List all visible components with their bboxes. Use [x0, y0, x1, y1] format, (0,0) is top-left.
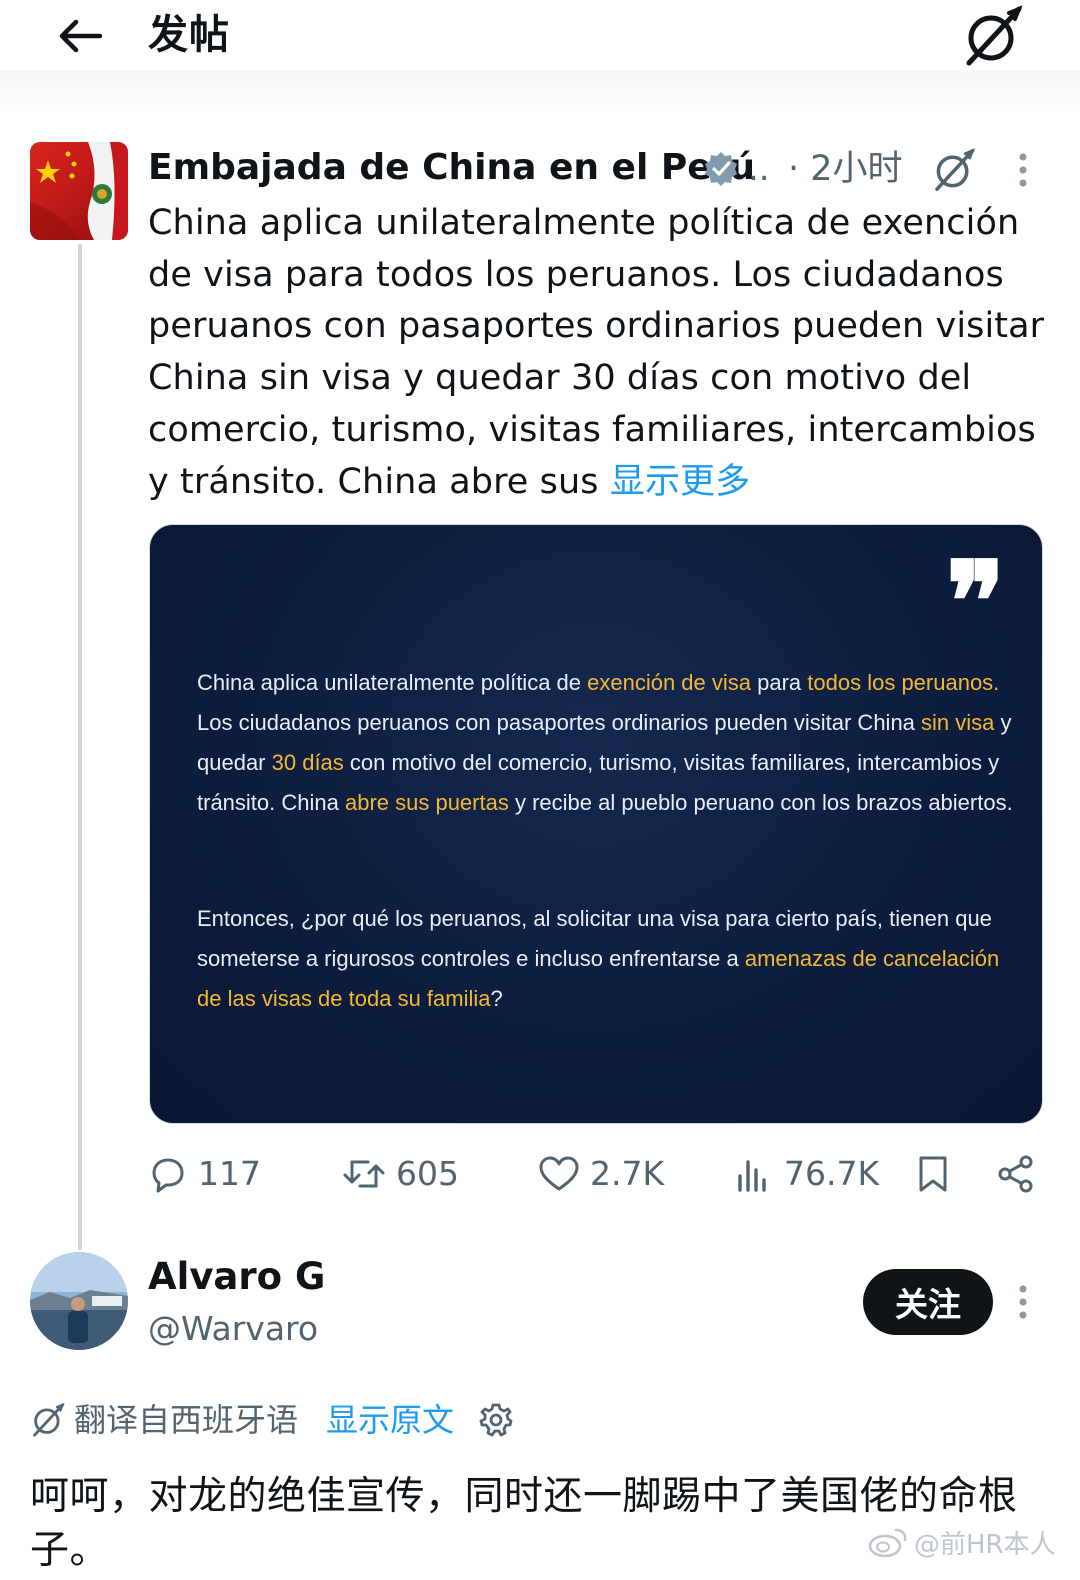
grok-icon [935, 148, 975, 191]
post-time[interactable]: · 2小时 [788, 146, 903, 192]
tweet-grok-button[interactable] [926, 142, 982, 198]
media-text: ? [490, 986, 503, 1011]
verified-badge-icon [705, 152, 737, 186]
back-button[interactable] [52, 10, 108, 62]
avatar-photo-image [30, 1252, 128, 1350]
media-highlight-text: abre sus puertas [344, 790, 509, 815]
retweet-icon [343, 1160, 385, 1188]
top-bar: 发帖 [0, 0, 1080, 70]
views-chart-icon [738, 1160, 766, 1192]
grok-button[interactable] [958, 4, 1028, 68]
bookmark-button[interactable] [914, 1148, 952, 1200]
more-vertical-icon [1019, 1285, 1027, 1319]
media-text: para [751, 670, 808, 695]
header-divider [0, 70, 1080, 112]
media-highlight-text: todos los peruanos. [807, 670, 1000, 695]
tweet-more-button[interactable] [1006, 142, 1040, 198]
share-button[interactable] [996, 1148, 1036, 1200]
flag-avatar-image [30, 142, 128, 240]
more-vertical-icon [1019, 153, 1027, 187]
like-count: 2.7K [590, 1154, 665, 1193]
translation-label: 翻译自西班牙语 [74, 1401, 299, 1439]
watermark-text: @前HR本人 [914, 1529, 1056, 1560]
grok-icon [966, 5, 1023, 66]
author-handle-truncated: .. [748, 149, 770, 189]
media-paragraph-1: China aplica unilateralmente política de… [197, 663, 1027, 823]
media-text: China aplica unilateralmente política de [197, 670, 588, 695]
show-more-link[interactable]: 显示更多 [610, 462, 750, 502]
retweet-button[interactable]: 605 [342, 1148, 459, 1200]
reply-author-name[interactable]: Alvaro G [148, 1252, 325, 1302]
retweet-count: 605 [396, 1154, 459, 1193]
translation-row: 翻译自西班牙语 显示原文 [30, 1396, 1030, 1446]
view-count: 76.7K [784, 1154, 880, 1193]
gear-icon [479, 1403, 513, 1437]
show-original-link[interactable]: 显示原文 [326, 1396, 454, 1444]
reply-button[interactable]: 117 [148, 1148, 261, 1200]
thread-connector [78, 244, 82, 1250]
weibo-logo-icon [868, 1528, 907, 1558]
author-name[interactable]: Embajada de China en el Perú [148, 144, 755, 192]
tweet-text: China aplica unilateralmente política de… [148, 198, 1048, 508]
reply-author-handle[interactable]: @Warvaro [148, 1306, 318, 1352]
tweet-header: Embajada de China en el Perú .. · 2小时 [148, 140, 1048, 200]
tweet-action-bar: 117 605 2.7K 76.7K [148, 1148, 1048, 1200]
post-detail-page: 发帖 Embajada de China en el Perú .. · 2小时… [0, 0, 1080, 1580]
media-text: y recibe al pueblo peruano con los brazo… [508, 790, 1013, 815]
page-title: 发帖 [148, 12, 230, 58]
translation-settings-button[interactable] [476, 1400, 516, 1440]
media-highlight-text: 30 días [271, 750, 344, 775]
views-button[interactable]: 76.7K [734, 1148, 879, 1200]
tweet-media-image[interactable]: ❞ China aplica unilateralmente política … [149, 524, 1043, 1124]
reply-icon [152, 1158, 184, 1193]
share-icon [998, 1155, 1033, 1193]
tweet-body: China aplica unilateralmente política de… [148, 203, 1045, 502]
media-highlight-text: sin visa [921, 710, 995, 735]
media-paragraph-2: Entonces, ¿por qué los peruanos, al soli… [197, 899, 1027, 1019]
reply-author-avatar[interactable] [30, 1252, 128, 1350]
reply-more-button[interactable] [1006, 1274, 1040, 1330]
quote-mark-icon: ❞ [946, 537, 1006, 666]
heart-icon [539, 1156, 579, 1191]
weibo-watermark: @前HR本人 [868, 1520, 1056, 1564]
bookmark-icon [919, 1156, 947, 1192]
media-text: Los ciudadanos peruanos con pasaportes o… [197, 710, 922, 735]
author-avatar[interactable] [30, 142, 128, 240]
like-button[interactable]: 2.7K [538, 1148, 664, 1200]
follow-button[interactable]: 关注 [863, 1269, 993, 1335]
grok-translate-icon [33, 1402, 65, 1437]
arrow-left-icon [59, 19, 102, 53]
reply-count: 117 [198, 1154, 261, 1193]
media-highlight-text: exención de visa [587, 670, 752, 695]
